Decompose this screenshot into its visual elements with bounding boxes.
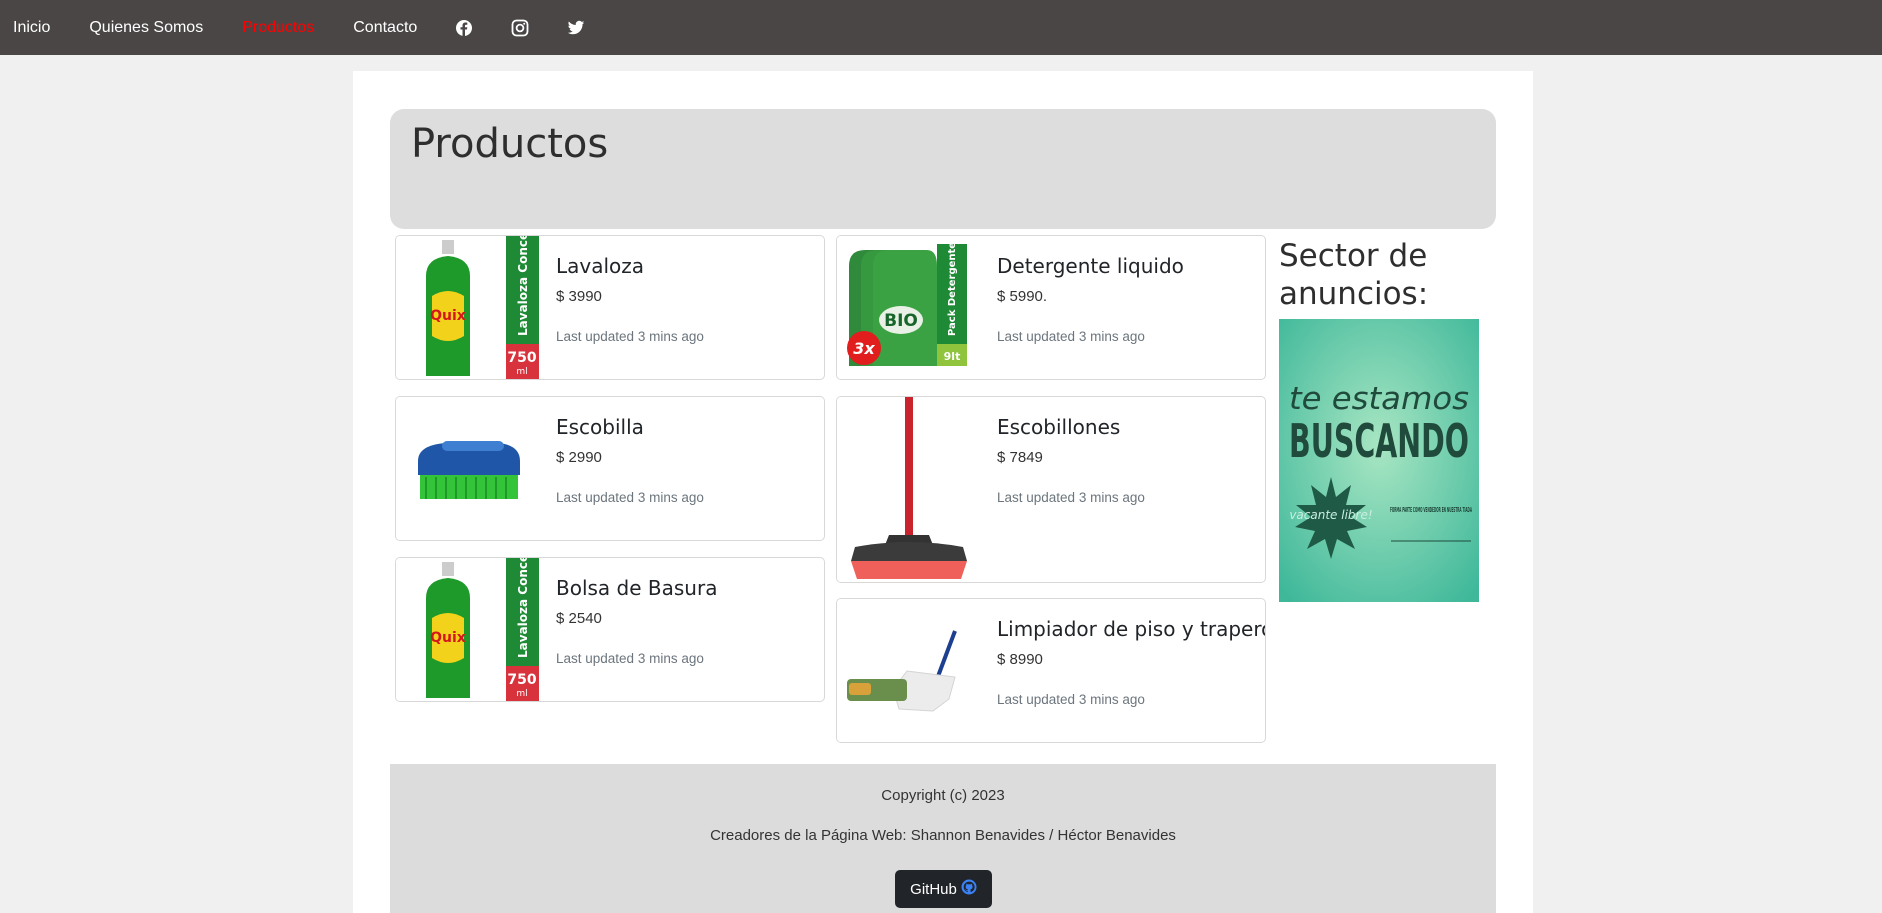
product-image — [837, 599, 985, 742]
product-updated: Last updated 3 mins ago — [997, 490, 1145, 505]
instagram-icon[interactable] — [511, 19, 529, 37]
product-card[interactable]: BIO 3x Pack Detergente Líquido 9lt Deter… — [836, 235, 1266, 380]
product-title: Lavaloza — [556, 254, 645, 278]
twitter-icon[interactable] — [567, 19, 585, 37]
product-price: $ 8990 — [997, 651, 1043, 668]
product-updated: Last updated 3 mins ago — [556, 651, 704, 666]
pack-label: Pack Detergente Líquido — [946, 236, 958, 336]
product-image: BIO 3x Pack Detergente Líquido 9lt — [837, 236, 985, 379]
product-title: Limpiador de piso y trapero — [997, 617, 1266, 641]
product-title: Bolsa de Basura — [556, 576, 718, 600]
ad-starburst: vacante libre! — [1289, 508, 1372, 522]
product-price: $ 2540 — [556, 610, 602, 627]
product-card[interactable]: Escobilla $ 2990 Last updated 3 mins ago — [395, 396, 825, 541]
footer: Copyright (c) 2023 Creadores de la Págin… — [390, 764, 1496, 913]
page-title: Productos — [411, 121, 609, 167]
product-image — [837, 397, 985, 582]
ads-heading: Sector de anuncios: — [1279, 238, 1429, 312]
product-image — [396, 397, 544, 540]
main-container: Productos Quix Lavaloza Concentrado 750 … — [353, 71, 1533, 913]
product-updated: Last updated 3 mins ago — [556, 329, 704, 344]
size-label: 750 — [507, 350, 536, 366]
product-price: $ 3990 — [556, 288, 602, 305]
footer-creators: Creadores de la Página Web: Shannon Bena… — [710, 827, 1176, 844]
product-updated: Last updated 3 mins ago — [997, 329, 1145, 344]
brand-label: Quix — [430, 308, 466, 324]
nav-productos[interactable]: Productos — [242, 19, 314, 37]
ad-line1: te estamos — [1289, 381, 1469, 417]
github-label: GitHub — [910, 880, 957, 898]
product-price: $ 5990. — [997, 288, 1048, 305]
pack-label: Lavaloza Concentrado — [516, 236, 530, 336]
product-image: Quix Lavaloza Concentrado 750 ml — [396, 236, 544, 379]
ad-line2: BUSCANDO — [1289, 414, 1469, 468]
nav-quienes-somos[interactable]: Quienes Somos — [89, 19, 203, 37]
footer-copyright: Copyright (c) 2023 — [881, 787, 1005, 804]
product-card[interactable]: Quix Lavaloza Concentrado 750 ml Bolsa d… — [395, 557, 825, 702]
badge-label: 3x — [853, 339, 875, 358]
product-price: $ 2990 — [556, 449, 602, 466]
nav-inicio[interactable]: Inicio — [13, 19, 50, 37]
product-title: Escobillones — [997, 415, 1121, 439]
product-price: $ 7849 — [997, 449, 1043, 466]
nav-contacto[interactable]: Contacto — [353, 19, 417, 37]
product-updated: Last updated 3 mins ago — [556, 490, 704, 505]
page-header: Productos — [390, 109, 1496, 229]
product-card[interactable]: Limpiador de piso y trapero $ 8990 Last … — [836, 598, 1266, 743]
top-navbar: Inicio Quienes Somos Productos Contacto — [0, 0, 1882, 55]
brand-label: BIO — [884, 311, 918, 331]
product-card[interactable]: Quix Lavaloza Concentrado 750 ml Lavaloz… — [395, 235, 825, 380]
product-title: Detergente liquido — [997, 254, 1184, 278]
pack-label: Lavaloza Concentrado — [516, 558, 530, 658]
product-updated: Last updated 3 mins ago — [997, 692, 1145, 707]
product-card[interactable]: Escobillones $ 7849 Last updated 3 mins … — [836, 396, 1266, 583]
job-ad-banner[interactable]: te estamos BUSCANDO vacante libre! FORMA… — [1279, 319, 1479, 602]
size-label: 9lt — [944, 350, 961, 363]
ad-text: FORMA PARTE COMO VENDEDOR EN NUESTRA TIA… — [1390, 506, 1472, 514]
unit-label: ml — [516, 689, 527, 699]
facebook-icon[interactable] — [455, 19, 473, 37]
product-image: Quix Lavaloza Concentrado 750 ml — [396, 558, 544, 701]
product-title: Escobilla — [556, 415, 644, 439]
github-button[interactable]: GitHub — [895, 870, 992, 908]
github-icon — [957, 879, 977, 899]
brand-label: Quix — [430, 630, 466, 646]
size-label: 750 — [507, 672, 536, 688]
unit-label: ml — [516, 367, 527, 377]
